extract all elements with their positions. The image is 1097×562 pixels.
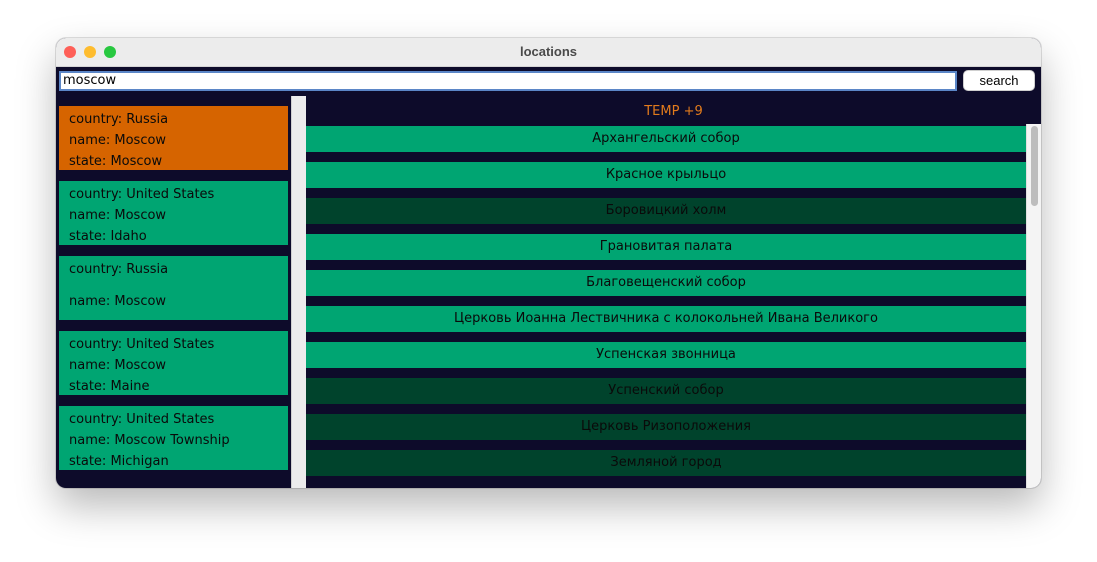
place-row[interactable]: Архангельский собор bbox=[306, 126, 1026, 152]
location-state: state: Maine bbox=[69, 379, 150, 394]
location-name: name: Moscow bbox=[69, 133, 167, 148]
temperature-label: TEMP +9 bbox=[644, 104, 703, 119]
location-name: name: Moscow bbox=[69, 208, 167, 223]
location-name: name: Moscow Township bbox=[69, 433, 230, 448]
place-row[interactable]: Земляной город bbox=[306, 450, 1026, 476]
search-button[interactable]: search bbox=[963, 70, 1035, 91]
location-name: name: Moscow bbox=[69, 358, 167, 373]
title-bar: locations bbox=[56, 38, 1041, 67]
window-title: locations bbox=[519, 44, 578, 59]
location-state: state: Michigan bbox=[69, 454, 169, 469]
place-row[interactable]: Благовещенский собор bbox=[306, 270, 1026, 296]
location-card-us-michigan[interactable]: country: United States name: Moscow Town… bbox=[59, 406, 288, 470]
location-country: country: Russia bbox=[69, 262, 169, 277]
location-card-russia-moscow[interactable]: country: Russia name: Moscow state: Mosc… bbox=[59, 106, 288, 170]
location-list: country: Russia name: Moscow state: Mosc… bbox=[56, 96, 292, 488]
location-state: state: Moscow bbox=[69, 154, 163, 169]
location-card-russia[interactable]: country: Russia name: Moscow bbox=[59, 256, 288, 320]
place-row[interactable]: Церковь Иоанна Лествичника с колокольней… bbox=[306, 306, 1026, 332]
place-row[interactable]: Успенская звонница bbox=[306, 342, 1026, 368]
place-row[interactable]: Успенский собор bbox=[306, 378, 1026, 404]
place-row[interactable]: Грановитая палата bbox=[306, 234, 1026, 260]
app-window: locations moscow search country: Russia … bbox=[56, 38, 1041, 488]
location-card-us-maine[interactable]: country: United States name: Moscow stat… bbox=[59, 331, 288, 395]
location-country: country: United States bbox=[69, 187, 215, 202]
location-country: country: United States bbox=[69, 412, 215, 427]
search-input[interactable]: moscow bbox=[59, 71, 957, 91]
location-country: country: Russia bbox=[69, 112, 169, 127]
location-state: state: Idaho bbox=[69, 229, 147, 244]
location-card-us-idaho[interactable]: country: United States name: Moscow stat… bbox=[59, 181, 288, 245]
place-row[interactable]: Церковь Ризоположения bbox=[306, 414, 1026, 440]
split-pane-divider[interactable] bbox=[291, 96, 306, 488]
location-country: country: United States bbox=[69, 337, 215, 352]
scrollbar-thumb[interactable] bbox=[1031, 126, 1038, 206]
place-row[interactable]: Боровицкий холм bbox=[306, 198, 1026, 224]
place-row[interactable]: Красное крыльцо bbox=[306, 162, 1026, 188]
location-name: name: Moscow bbox=[69, 294, 167, 309]
places-panel: TEMP +9 Архангельский собор Красное крыл… bbox=[306, 96, 1041, 488]
places-scrollbar[interactable] bbox=[1026, 124, 1041, 488]
